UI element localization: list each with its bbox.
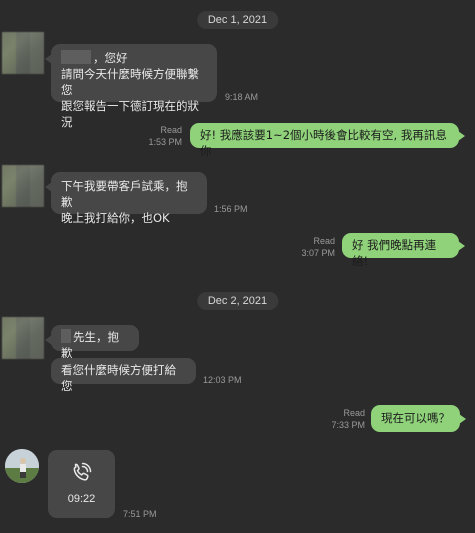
message-line: ，您好 [61, 50, 207, 66]
voice-call-record[interactable]: 09:22 [48, 450, 115, 518]
message-bubble-outgoing[interactable]: 好! 我應該要1~2個小時後會比較有空, 我再訊息你 [190, 123, 465, 158]
avatar[interactable] [2, 165, 44, 207]
message-time: 12:03 PM [203, 375, 242, 385]
message-line: 晚上我打給你，也OK [61, 211, 170, 225]
message-line: 下午我要帶客戶試乘，抱歉 [61, 179, 188, 209]
message-read-status: Read 3:07 PM [301, 236, 335, 258]
call-duration: 09:22 [67, 493, 96, 505]
phone-call-icon [73, 462, 92, 481]
message-bubble-incoming[interactable]: 下午我要帶客戶試乘，抱歉 晚上我打給你，也OK [45, 172, 207, 225]
avatar[interactable] [2, 32, 44, 74]
message-bubble-incoming[interactable]: 看您什麼時候方便打給您 [51, 358, 196, 393]
message-bubble-incoming[interactable]: ，您好 請問今天什麼時候方便聯繫您 跟您報告一下德訂現在的狀況 [45, 44, 217, 129]
message-bubble-outgoing[interactable]: 現在可以嗎？ [371, 405, 466, 432]
message-time: 7:51 PM [123, 509, 157, 519]
avatar-photo-image [5, 449, 39, 483]
message-read-status: Read 7:33 PM [331, 408, 365, 430]
date-separator: Dec 1, 2021 [196, 11, 279, 29]
message-time: 9:18 AM [225, 92, 259, 102]
avatar[interactable] [5, 449, 39, 483]
date-separator: Dec 2, 2021 [196, 292, 279, 310]
avatar[interactable] [2, 317, 44, 359]
message-line: 請問今天什麼時候方便聯繫您 [61, 67, 199, 97]
redacted-name [61, 50, 91, 64]
message-bubble-incoming[interactable]: 先生，抱歉 [45, 325, 139, 360]
message-bubble-outgoing[interactable]: 好 我們晚點再連絡! [342, 233, 465, 268]
message-read-status: Read 1:53 PM [148, 125, 182, 147]
redacted-name [61, 329, 71, 343]
message-time: 1:56 PM [214, 204, 248, 214]
